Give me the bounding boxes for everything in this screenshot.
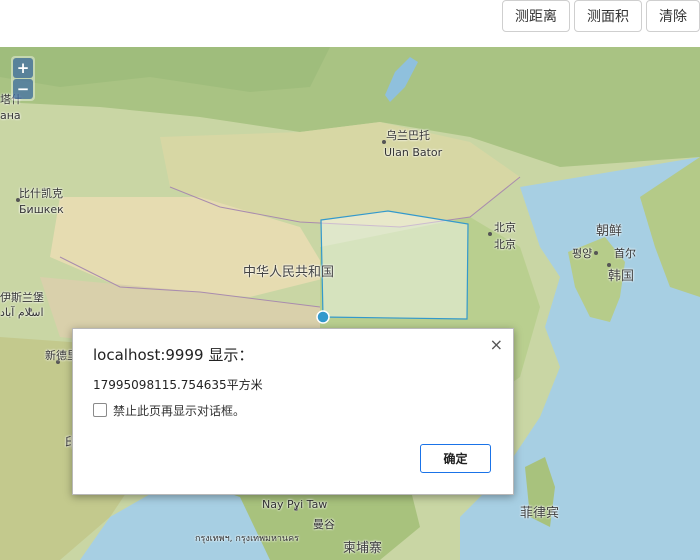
measure-distance-button[interactable]: 测距离 [502, 0, 570, 32]
zoom-out-button[interactable]: − [13, 79, 33, 99]
city-dot [594, 251, 598, 255]
suppress-dialogs-label[interactable]: 禁止此页再显示对话框。 [113, 402, 245, 419]
map-label: 柬埔寨 [343, 541, 383, 556]
clear-button[interactable]: 清除 [646, 0, 700, 32]
close-icon[interactable]: × [490, 335, 503, 354]
toolbar: 测距离 测面积 清除 [0, 0, 700, 47]
map-label: กรุงเทพฯ, กรุงเทพมหานคร [195, 534, 299, 544]
map-label: 菲律宾 [520, 506, 560, 521]
alert-dialog: localhost:9999 显示： × 17995098115.754635平… [72, 328, 514, 495]
city-dot [488, 232, 492, 236]
map-label: 乌兰巴托 [386, 129, 430, 142]
map-label: Ulan Bator [384, 146, 443, 159]
map-label: 韩国 [608, 269, 635, 284]
suppress-dialogs-checkbox[interactable] [93, 403, 107, 417]
map-label: 中华人民共和国 [243, 265, 335, 280]
map-label: ана [0, 109, 21, 122]
map-label: 首尔 [614, 247, 636, 260]
map-label: Бишкек [19, 203, 64, 216]
map-label: 朝鲜 [596, 224, 623, 239]
map-label: Nay Pyi Taw [262, 498, 328, 511]
measure-area-button[interactable]: 测面积 [574, 0, 642, 32]
map-label: 北京 [494, 221, 516, 234]
ok-button[interactable]: 确定 [420, 444, 491, 473]
map-label: 伊斯兰堡 [0, 291, 44, 304]
dialog-title: localhost:9999 显示： [93, 346, 254, 364]
measured-area-polygon [320, 210, 469, 320]
map-label: 평양 [572, 247, 593, 260]
map-label: 曼谷 [313, 518, 335, 531]
map-label: اسلام آباد [0, 306, 44, 319]
map-label: 北京 [494, 238, 516, 251]
map-label: 比什凯克 [19, 187, 63, 200]
polygon-vertex-marker [316, 310, 330, 324]
zoom-in-button[interactable]: + [13, 58, 33, 78]
zoom-control: + − [11, 56, 35, 101]
dialog-message: 17995098115.754635平方米 [93, 378, 263, 392]
